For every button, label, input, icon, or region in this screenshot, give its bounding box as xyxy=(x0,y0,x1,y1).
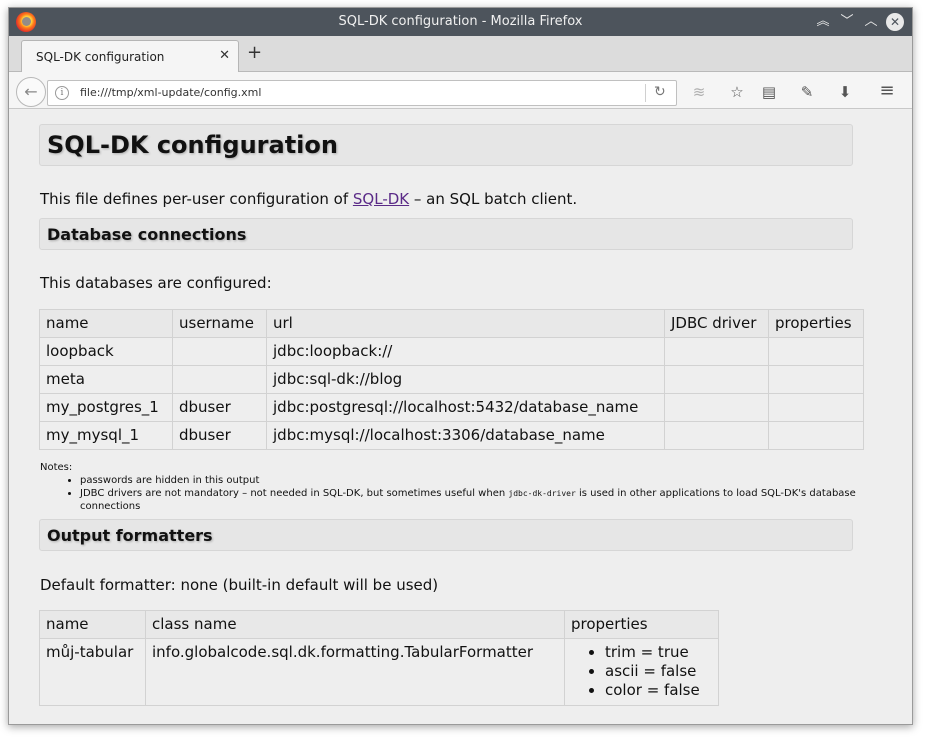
cell-name: my_mysql_1 xyxy=(39,421,173,450)
url-text: file:///tmp/xml-update/config.xml xyxy=(80,86,262,99)
new-tab-plus-icon[interactable]: + xyxy=(247,44,263,64)
column-header-name: name xyxy=(39,309,173,338)
site-info-icon[interactable]: i xyxy=(55,86,69,100)
column-header-url: url xyxy=(266,309,665,338)
cell-properties xyxy=(768,365,864,394)
addon-icon[interactable]: ✎ xyxy=(797,83,817,101)
rss-feed-icon[interactable]: ≋ xyxy=(689,83,709,101)
properties-list: trim = true ascii = false color = false xyxy=(565,643,712,700)
cell-properties: trim = true ascii = false color = false xyxy=(564,638,719,706)
note-code: jdbc-dk-driver xyxy=(508,489,576,498)
database-connections-heading: Database connections xyxy=(47,225,247,244)
navigation-toolbar: ← i file:///tmp/xml-update/config.xml ↻ … xyxy=(9,72,912,109)
cell-username xyxy=(172,337,267,366)
reload-icon[interactable]: ↻ xyxy=(654,84,666,100)
note-text: passwords are hidden in this output xyxy=(80,475,260,486)
cell-jdbc-driver xyxy=(664,421,769,450)
table-row: meta jdbc:sql-dk://blog xyxy=(39,365,864,394)
cell-name: meta xyxy=(39,365,173,394)
page-content: SQL-DK configuration This file defines p… xyxy=(9,110,912,724)
note-item: JDBC drivers are not mandatory – not nee… xyxy=(80,487,900,513)
url-separator xyxy=(645,84,646,102)
cell-url: jdbc:mysql://localhost:3306/database_nam… xyxy=(266,421,665,450)
cell-username: dbuser xyxy=(172,421,267,450)
cell-jdbc-driver xyxy=(664,337,769,366)
cell-properties xyxy=(768,421,864,450)
database-connections-heading-box: Database connections xyxy=(39,218,853,250)
notes-label: Notes: xyxy=(40,462,73,473)
cell-properties xyxy=(768,393,864,422)
tab-close-icon[interactable]: ✕ xyxy=(219,48,230,63)
column-header-properties: properties xyxy=(564,610,719,639)
page-title: SQL-DK configuration xyxy=(47,131,338,159)
keep-above-icon[interactable]: ︽ xyxy=(814,13,832,31)
url-bar[interactable]: i file:///tmp/xml-update/config.xml ↻ xyxy=(47,80,677,106)
tab-strip: SQL-DK configuration ✕ + xyxy=(9,36,912,73)
cell-properties xyxy=(768,337,864,366)
cell-class-name: info.globalcode.sql.dk.formatting.Tabula… xyxy=(145,638,565,706)
sql-dk-link[interactable]: SQL-DK xyxy=(353,190,409,208)
output-formatters-heading-box: Output formatters xyxy=(39,519,853,551)
output-formatters-table: name class name properties můj-tabular i… xyxy=(39,610,719,706)
cell-name: my_postgres_1 xyxy=(39,393,173,422)
column-header-username: username xyxy=(172,309,267,338)
cell-username xyxy=(172,365,267,394)
cell-name: můj-tabular xyxy=(39,638,146,706)
table-row: my_postgres_1 dbuser jdbc:postgresql://l… xyxy=(39,393,864,422)
minimize-icon[interactable]: ﹀ xyxy=(838,13,856,31)
browser-window: SQL-DK configuration - Mozilla Firefox ︽… xyxy=(8,7,913,725)
cell-jdbc-driver xyxy=(664,393,769,422)
maximize-icon[interactable]: ︿ xyxy=(862,13,880,31)
cell-jdbc-driver xyxy=(664,365,769,394)
intro-paragraph: This file defines per-user configuration… xyxy=(40,190,577,208)
db-intro-text: This databases are configured: xyxy=(40,274,272,292)
title-bar: SQL-DK configuration - Mozilla Firefox ︽… xyxy=(9,8,912,36)
back-arrow-icon[interactable]: ← xyxy=(16,77,46,107)
column-header-class-name: class name xyxy=(145,610,565,639)
database-connections-table: name username url JDBC driver properties… xyxy=(39,309,864,450)
bookmark-star-icon[interactable]: ☆ xyxy=(727,83,747,101)
intro-text-after: – an SQL batch client. xyxy=(409,190,578,208)
table-row: loopback jdbc:loopback:// xyxy=(39,337,864,366)
cell-url: jdbc:loopback:// xyxy=(266,337,665,366)
column-header-jdbc-driver: JDBC driver xyxy=(664,309,769,338)
hamburger-menu-icon[interactable]: ≡ xyxy=(877,80,897,101)
tab-sql-dk-configuration[interactable]: SQL-DK configuration ✕ xyxy=(21,40,239,73)
cell-url: jdbc:sql-dk://blog xyxy=(266,365,665,394)
property-item: ascii = false xyxy=(605,662,712,681)
table-row: my_mysql_1 dbuser jdbc:mysql://localhost… xyxy=(39,421,864,450)
note-text-before: JDBC drivers are not mandatory – not nee… xyxy=(80,488,509,499)
property-item: color = false xyxy=(605,681,712,700)
reading-list-clipboard-icon[interactable]: ▤ xyxy=(759,83,779,101)
property-item: trim = true xyxy=(605,643,712,662)
cell-name: loopback xyxy=(39,337,173,366)
cell-username: dbuser xyxy=(172,393,267,422)
download-arrow-icon[interactable]: ⬇ xyxy=(835,83,855,101)
column-header-properties: properties xyxy=(768,309,864,338)
window-title: SQL-DK configuration - Mozilla Firefox xyxy=(338,14,583,29)
notes-section: Notes: passwords are hidden in this outp… xyxy=(40,461,900,513)
default-formatter-text: Default formatter: none (built-in defaul… xyxy=(40,576,439,594)
notes-list: passwords are hidden in this output JDBC… xyxy=(40,474,900,513)
output-formatters-heading: Output formatters xyxy=(47,526,213,545)
page-title-box: SQL-DK configuration xyxy=(39,124,853,166)
note-item: passwords are hidden in this output xyxy=(80,474,900,487)
intro-text-before: This file defines per-user configuration… xyxy=(40,190,353,208)
tab-label: SQL-DK configuration xyxy=(36,50,165,64)
table-header-row: name class name properties xyxy=(39,610,719,639)
cell-url: jdbc:postgresql://localhost:5432/databas… xyxy=(266,393,665,422)
column-header-name: name xyxy=(39,610,146,639)
table-row: můj-tabular info.globalcode.sql.dk.forma… xyxy=(39,638,719,706)
table-header-row: name username url JDBC driver properties xyxy=(39,309,864,338)
close-window-icon[interactable]: ✕ xyxy=(886,13,904,31)
